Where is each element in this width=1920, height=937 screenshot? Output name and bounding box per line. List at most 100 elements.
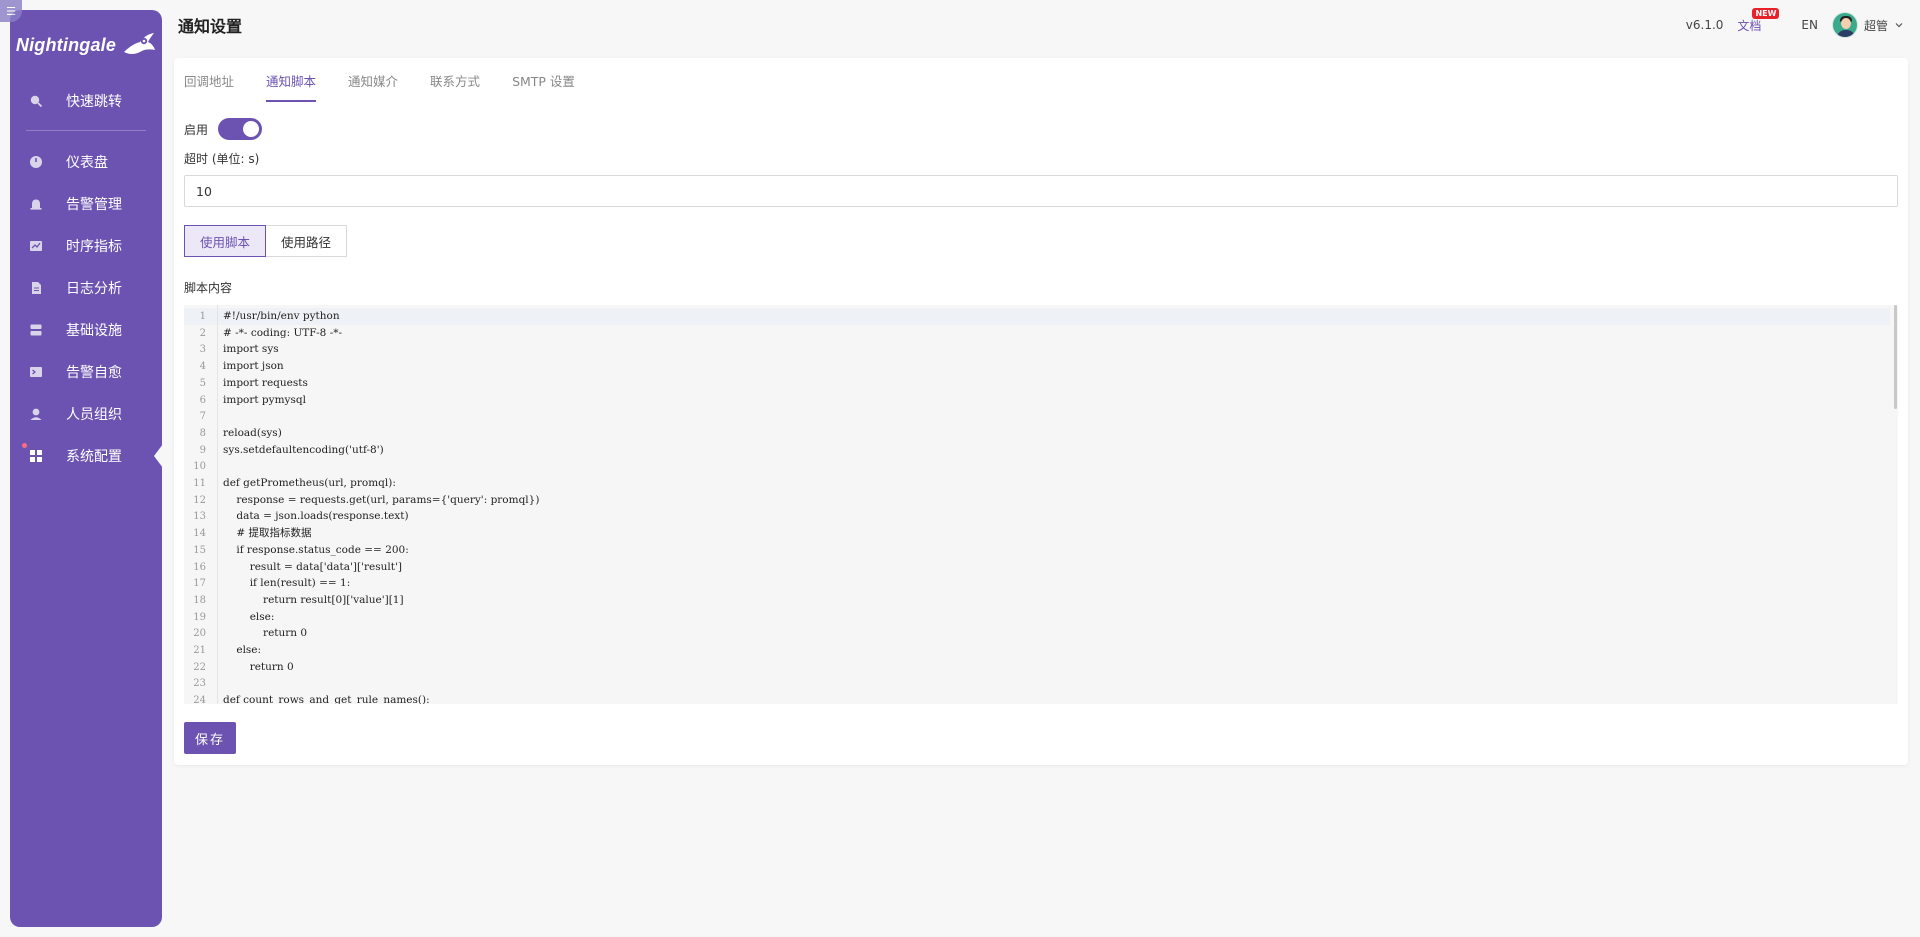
terminal-icon: [28, 364, 44, 380]
code-text: return 0: [223, 627, 308, 640]
code-text: return result[0]['value'][1]: [223, 593, 404, 606]
code-editor[interactable]: 1 #!/usr/bin/env python 2 # -*- coding: UTF…: [184, 305, 1898, 704]
code-line: 4 import json: [184, 358, 284, 375]
tab-4[interactable]: SMTP 设置: [512, 71, 575, 102]
sidebar-item-1[interactable]: 仪表盘: [10, 141, 162, 183]
menu-toggle-icon[interactable]: ☰: [0, 0, 22, 22]
code-line: 9 sys.setdefaultencoding('utf-8'): [184, 442, 384, 459]
code-text: data = json.loads(response.text): [223, 510, 409, 523]
line-number: 12: [193, 494, 206, 506]
code-text: import sys: [223, 343, 279, 356]
docs-link[interactable]: 文档 NEW: [1737, 7, 1780, 34]
code-line: 22 return 0: [184, 659, 293, 676]
line-number: 8: [199, 427, 206, 439]
settings-tabs: 回调地址 通知脚本 通知媒介 联系方式 SMTP 设置: [174, 58, 1908, 102]
tab-3[interactable]: 联系方式: [430, 71, 480, 102]
sidebar-item-0[interactable]: 快速跳转: [10, 80, 162, 122]
tab-0[interactable]: 回调地址: [184, 71, 234, 102]
sidebar-item-label: 快速跳转: [66, 94, 122, 110]
settings-card: 回调地址 通知脚本 通知媒介 联系方式 SMTP 设置 启用 超时 (单位: s) 10…: [174, 58, 1908, 765]
script-mode-switch: 使用脚本 使用路径: [184, 225, 1898, 257]
line-number: 11: [193, 478, 206, 489]
header: 通知设置 v6.1.0 文档 NEW EN 超管: [162, 0, 1920, 50]
notification-dot: [22, 443, 27, 448]
line-number: 17: [193, 578, 206, 590]
sidebar-item-2[interactable]: 告警管理: [10, 183, 162, 225]
code-line: 14 # 提取指标数据: [184, 525, 311, 542]
new-badge: NEW: [1752, 7, 1780, 19]
language-switch[interactable]: EN: [1801, 18, 1818, 32]
code-line: 17 if len(result) == 1:: [184, 575, 350, 592]
tab-1[interactable]: 通知脚本: [266, 71, 317, 102]
tab-2[interactable]: 通知媒介: [348, 71, 398, 102]
sidebar-item-label: 仪表盘: [66, 155, 108, 171]
save-button[interactable]: 保存: [184, 722, 236, 754]
enable-label: 启用: [184, 122, 209, 137]
nav-divider: [26, 130, 146, 131]
code-text: # 提取指标数据: [223, 527, 312, 540]
line-number: 7: [199, 411, 206, 423]
sidebar-item-label: 告警自愈: [66, 365, 122, 381]
sidebar-item-label: 人员组织: [66, 407, 122, 423]
alarm-bell-icon: [28, 196, 44, 212]
line-number: 15: [193, 544, 206, 556]
log-file-icon: [28, 280, 44, 296]
code-text: result = data['data']['result']: [223, 560, 402, 573]
avatar: [1831, 12, 1858, 38]
sidebar-item-7[interactable]: 人员组织: [10, 393, 162, 435]
user-icon: [28, 406, 44, 422]
code-line: 15 if response.status_code == 200:: [184, 542, 409, 559]
sidebar-item-8[interactable]: 系统配置: [10, 435, 163, 477]
line-number: 16: [193, 561, 206, 573]
line-number: 10: [193, 461, 206, 473]
code-text: import json: [223, 360, 284, 373]
logo[interactable]: Nightingale: [10, 10, 162, 80]
code-line: 11 def getPrometheus(url, promql):: [184, 475, 396, 492]
code-text: def getPrometheus(url, promql):: [223, 477, 396, 489]
apps-grid-icon: [28, 448, 44, 464]
editor-scrollbar[interactable]: [1894, 305, 1897, 409]
code-line: 20 return 0: [184, 625, 307, 642]
sidebar-item-label: 告警管理: [66, 197, 122, 213]
line-number: 23: [193, 678, 206, 690]
line-number: 2: [199, 327, 206, 339]
server-icon: [28, 322, 44, 338]
active-notch: [154, 444, 163, 468]
code-text: # -*- coding: UTF-8 -*-: [223, 326, 343, 339]
code-line: 8 reload(sys): [184, 425, 282, 442]
sidebar-item-label: 时序指标: [66, 239, 122, 255]
line-number: 18: [193, 594, 206, 606]
sidebar-item-4[interactable]: 日志分析: [10, 267, 162, 309]
line-number: 9: [199, 444, 206, 456]
line-chart-icon: [28, 238, 44, 254]
code-text: reload(sys): [223, 426, 282, 439]
page-title: 通知设置: [178, 17, 243, 36]
sidebar-item-6[interactable]: 告警自愈: [10, 351, 162, 393]
nightingale-bird-icon: [124, 33, 156, 54]
sidebar-item-3[interactable]: 时序指标: [10, 225, 162, 267]
code-text: import pymysql: [223, 393, 306, 406]
timeout-label: 超时 (单位: s): [184, 152, 260, 166]
code-text: sys.setdefaultencoding('utf-8'): [223, 443, 384, 456]
code-line: 6 import pymysql: [184, 392, 306, 409]
code-text: #!/usr/bin/env python: [223, 310, 340, 322]
code-text: def count_rows_and_get_rule_names():: [223, 694, 430, 704]
use-path-option[interactable]: 使用路径: [266, 225, 348, 257]
line-number: 5: [199, 377, 206, 389]
user-menu[interactable]: 超管: [1831, 12, 1904, 38]
line-number: 20: [193, 628, 206, 640]
use-script-option[interactable]: 使用脚本: [184, 225, 267, 257]
script-form: 启用 超时 (单位: s) 10 使用脚本 使用路径 脚本内容 1 #!/usr/b…: [174, 102, 1908, 754]
code-text: if len(result) == 1:: [223, 577, 351, 590]
chevron-down-icon: [1895, 23, 1903, 28]
line-number: 22: [193, 661, 206, 673]
code-line: 7: [184, 408, 206, 425]
sidebar-item-5[interactable]: 基础设施: [10, 309, 162, 351]
timeout-input[interactable]: 10: [184, 175, 1898, 207]
enable-toggle[interactable]: [218, 118, 263, 140]
docs-link-label: 文档: [1737, 18, 1762, 33]
code-line: 13 data = json.loads(response.text): [184, 508, 408, 525]
line-number: 19: [193, 611, 206, 623]
version-label: v6.1.0: [1685, 18, 1724, 32]
code-text: else:: [223, 644, 262, 656]
